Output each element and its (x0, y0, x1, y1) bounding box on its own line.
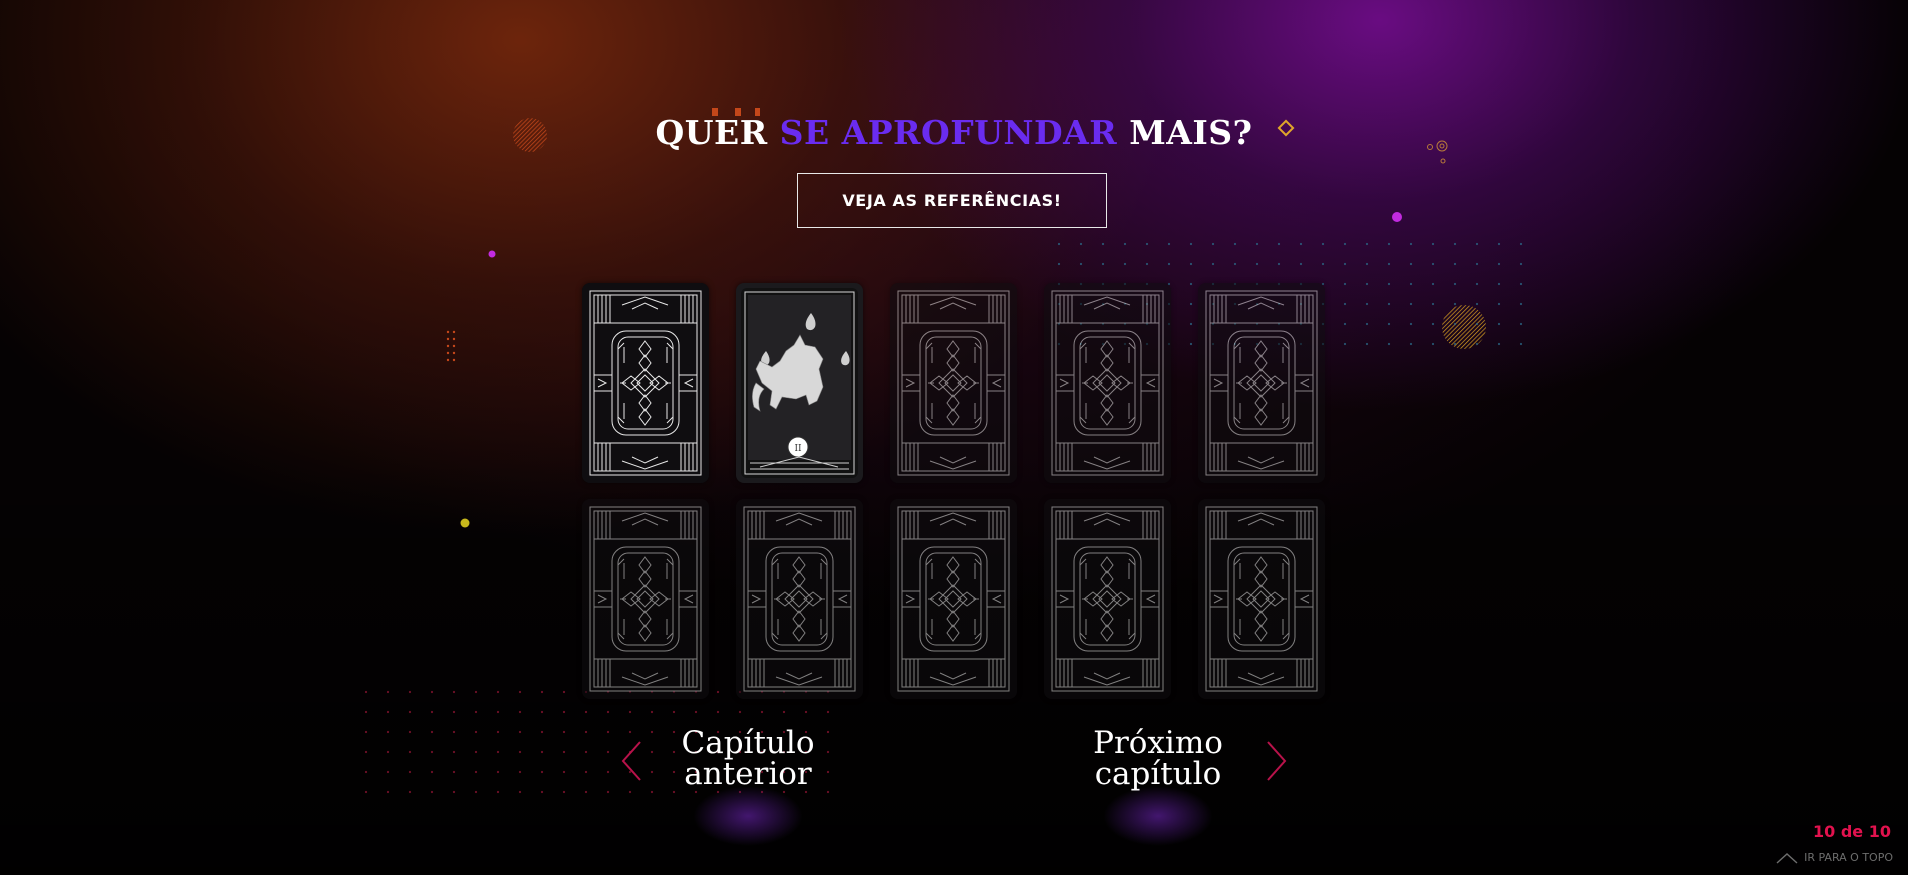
tarot-card-8[interactable] (890, 499, 1017, 699)
tarot-card-1[interactable] (582, 283, 709, 483)
page-title: QUER SE APROFUNDAR MAIS? (0, 113, 1908, 152)
card-back-pattern-icon (582, 499, 709, 699)
page-counter: 10 de 10 (1813, 822, 1891, 841)
chevron-up-icon (1776, 852, 1798, 864)
previous-chapter-glow (693, 786, 803, 846)
tarot-card-7[interactable] (736, 499, 863, 699)
next-chapter-link[interactable]: Próximo capítulo (1068, 725, 1248, 846)
decor-dot-small-magenta (488, 250, 496, 258)
card-back-pattern-icon (582, 283, 709, 483)
back-to-top-link[interactable]: IR PARA O TOPO (1776, 851, 1893, 864)
svg-text:II: II (794, 444, 802, 454)
decor-dot-yellow (460, 518, 470, 528)
card-back-pattern-icon (736, 499, 863, 699)
tarot-card-5[interactable] (1198, 283, 1325, 483)
card-back-pattern-icon (1198, 283, 1325, 483)
title-text-end: MAIS? (1117, 113, 1253, 152)
card-back-pattern-icon (1044, 499, 1171, 699)
card-back-pattern-icon (1198, 499, 1325, 699)
references-button[interactable]: VEJA AS REFERÊNCIAS! (797, 173, 1107, 228)
tarot-card-2[interactable]: II (736, 283, 863, 483)
card-back-pattern-icon (1044, 283, 1171, 483)
title-accent-text: SE APROFUNDAR (779, 113, 1118, 152)
chevron-right-icon[interactable] (1264, 738, 1290, 784)
tarot-card-10[interactable] (1198, 499, 1325, 699)
tarot-card-6[interactable] (582, 499, 709, 699)
previous-chapter-label-line1: Capítulo (681, 725, 815, 761)
tarot-card-9[interactable] (1044, 499, 1171, 699)
next-chapter-glow (1103, 786, 1213, 846)
next-chapter-label-line1: Próximo (1093, 725, 1223, 761)
tarot-card-4[interactable] (1044, 283, 1171, 483)
card-back-pattern-icon (890, 499, 1017, 699)
card-back-pattern-icon (890, 283, 1017, 483)
decor-dot-grid-orange (446, 330, 456, 362)
tarot-card-3[interactable] (890, 283, 1017, 483)
fox-spirit-card-image: II (741, 288, 858, 478)
chevron-left-icon[interactable] (618, 738, 644, 784)
decor-dot-magenta (1392, 212, 1402, 222)
title-text-start: QUER (655, 113, 780, 152)
previous-chapter-link[interactable]: Capítulo anterior (658, 725, 838, 846)
back-to-top-label: IR PARA O TOPO (1804, 851, 1893, 864)
